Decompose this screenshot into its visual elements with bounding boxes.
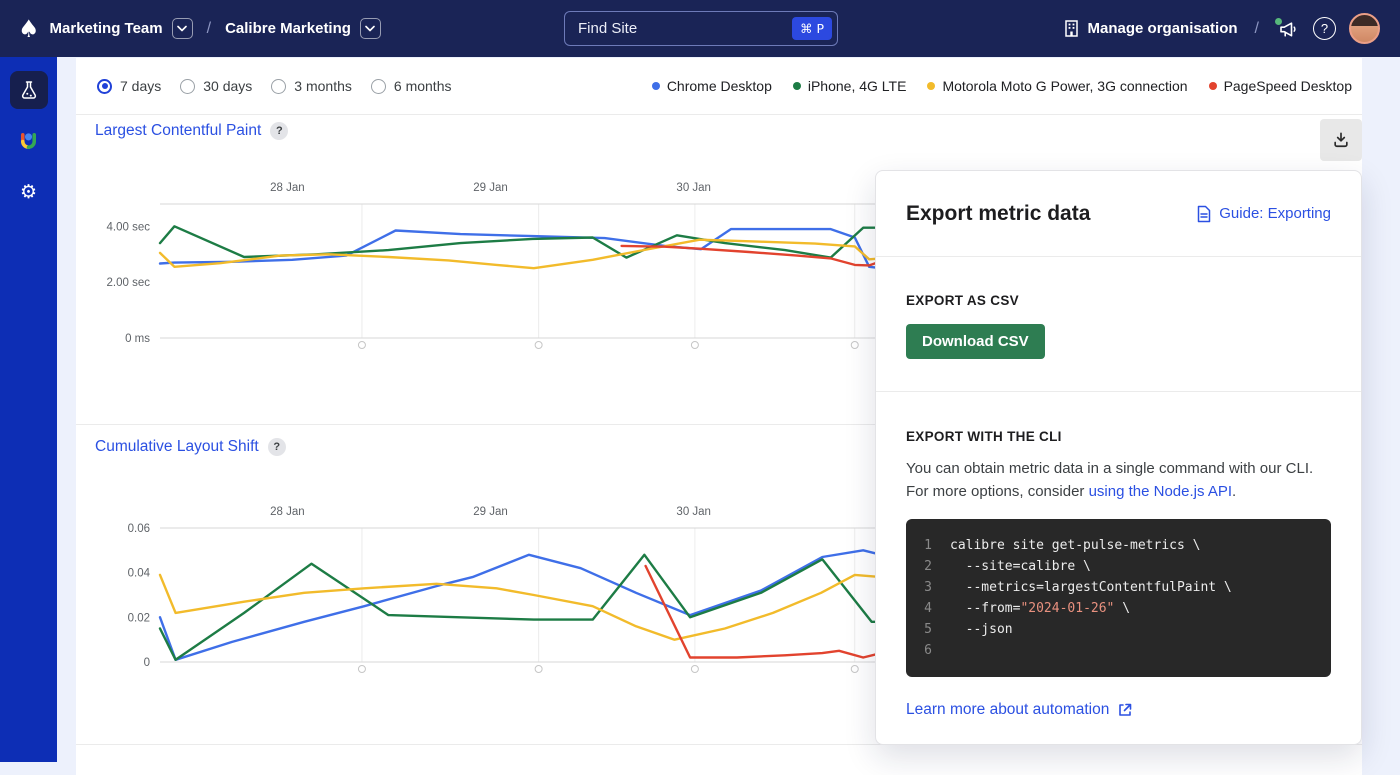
guide-exporting-label: Guide: Exporting — [1219, 205, 1331, 222]
legend-label: PageSpeed Desktop — [1224, 78, 1352, 94]
cli-description: You can obtain metric data in a single c… — [906, 457, 1331, 504]
team-switcher[interactable]: Marketing Team — [50, 18, 193, 39]
time-range-label: 3 months — [294, 78, 352, 94]
settings-gear-icon: ⚙ — [20, 181, 37, 203]
find-site-placeholder: Find Site — [578, 20, 792, 37]
svg-text:2.00 sec: 2.00 sec — [107, 277, 151, 289]
chart-legend: Chrome Desktop iPhone, 4G LTE Motorola Mot… — [652, 78, 1362, 94]
svg-text:0 ms: 0 ms — [125, 333, 150, 345]
calibre-logo-spade-icon[interactable]: ♠ — [18, 17, 40, 41]
export-metric-data-panel: Export metric data Guide: Exporting EXPO… — [875, 170, 1362, 745]
next-card-section — [76, 745, 1362, 775]
guide-exporting-link[interactable]: Guide: Exporting — [1196, 205, 1331, 223]
export-cli-heading: EXPORT WITH THE CLI — [906, 429, 1331, 444]
svg-text:28 Jan: 28 Jan — [270, 182, 305, 194]
keyboard-shortcut-badge: ⌘ P — [792, 17, 832, 40]
legend-item-iphone-4g-lte[interactable]: iPhone, 4G LTE — [793, 78, 907, 94]
sidebar-item-chrome-ux[interactable] — [10, 122, 48, 160]
time-range-30-days[interactable]: 30 days — [180, 78, 252, 94]
nodejs-api-link[interactable]: using the Node.js API — [1089, 483, 1232, 500]
svg-text:0.04: 0.04 — [128, 568, 151, 580]
legend-label: iPhone, 4G LTE — [808, 78, 907, 94]
document-icon — [1196, 205, 1212, 223]
breadcrumb-separator: / — [203, 20, 215, 38]
legend-item-pagespeed-desktop[interactable]: PageSpeed Desktop — [1209, 78, 1352, 94]
legend-dot-icon — [927, 82, 935, 90]
sidebar-item-tests-flask[interactable] — [10, 71, 48, 109]
legend-label: Chrome Desktop — [667, 78, 772, 94]
code-line: 2 --site=calibre \ — [906, 556, 1331, 577]
chevron-down-icon[interactable] — [172, 18, 193, 39]
find-site-input[interactable]: Find Site ⌘ P — [564, 11, 838, 46]
lcp-chart-title[interactable]: Largest Contentful Paint — [95, 122, 261, 140]
code-line: 1calibre site get-pulse-metrics \ — [906, 535, 1331, 556]
learn-more-label: Learn more about automation — [906, 701, 1109, 719]
top-navbar: ♠ Marketing Team / Calibre Marketing Fin… — [0, 0, 1400, 57]
export-csv-section: EXPORT AS CSV Download CSV — [876, 257, 1361, 392]
export-panel-title: Export metric data — [906, 202, 1090, 226]
svg-text:28 Jan: 28 Jan — [270, 506, 305, 518]
cli-code-block: 1calibre site get-pulse-metrics \2 --sit… — [906, 519, 1331, 677]
notification-dot — [1275, 18, 1282, 25]
chevron-down-icon[interactable] — [360, 18, 381, 39]
time-range-label: 7 days — [120, 78, 161, 94]
svg-text:4.00 sec: 4.00 sec — [107, 221, 151, 233]
lcp-help-icon[interactable]: ? — [270, 122, 288, 140]
learn-more-automation-link[interactable]: Learn more about automation — [906, 701, 1331, 719]
legend-item-chrome-desktop[interactable]: Chrome Desktop — [652, 78, 772, 94]
export-panel-header: Export metric data Guide: Exporting — [876, 171, 1361, 257]
radio-icon — [180, 79, 195, 94]
sidebar-item-settings[interactable]: ⚙ — [10, 173, 48, 211]
announcements-megaphone-icon[interactable] — [1276, 17, 1300, 41]
nav-divider: / — [1251, 20, 1263, 38]
time-range-radio-group: 7 days 30 days 3 months 6 months — [97, 78, 470, 94]
time-range-label: 30 days — [203, 78, 252, 94]
download-csv-button[interactable]: Download CSV — [906, 324, 1045, 359]
code-line: 5 --json — [906, 619, 1331, 640]
legend-dot-icon — [1209, 82, 1217, 90]
code-line: 4 --from="2024-01-26" \ — [906, 598, 1331, 619]
manage-organisation-label: Manage organisation — [1088, 20, 1238, 37]
svg-text:30 Jan: 30 Jan — [676, 506, 711, 518]
radio-icon — [97, 79, 112, 94]
time-range-3-months[interactable]: 3 months — [271, 78, 352, 94]
chrome-ux-icon — [16, 129, 41, 154]
export-download-button[interactable] — [1320, 119, 1362, 161]
legend-dot-icon — [793, 82, 801, 90]
help-button[interactable]: ? — [1313, 17, 1336, 40]
time-range-7-days[interactable]: 7 days — [97, 78, 161, 94]
export-csv-heading: EXPORT AS CSV — [906, 293, 1331, 308]
site-name: Calibre Marketing — [225, 20, 351, 37]
svg-text:29 Jan: 29 Jan — [473, 506, 508, 518]
code-line: 3 --metrics=largestContentfulPaint \ — [906, 577, 1331, 598]
code-line: 6 — [906, 640, 1331, 661]
radio-icon — [271, 79, 286, 94]
svg-text:30 Jan: 30 Jan — [676, 182, 711, 194]
lab-flask-icon — [18, 79, 40, 101]
cls-help-icon[interactable]: ? — [268, 438, 286, 456]
svg-text:0: 0 — [144, 657, 150, 669]
download-icon — [1331, 130, 1351, 150]
left-sidebar: ⚙ — [0, 57, 57, 762]
legend-item-motorola-moto-g-power-3g-connection[interactable]: Motorola Moto G Power, 3G connection — [927, 78, 1187, 94]
svg-text:0.02: 0.02 — [128, 612, 150, 624]
external-link-icon — [1117, 702, 1133, 718]
controls-row: 7 days 30 days 3 months 6 months Chrome Des… — [76, 58, 1362, 115]
cli-description-period: . — [1232, 483, 1236, 500]
legend-label: Motorola Moto G Power, 3G connection — [942, 78, 1187, 94]
building-icon — [1063, 19, 1080, 38]
radio-icon — [371, 79, 386, 94]
export-cli-section: EXPORT WITH THE CLI You can obtain metri… — [876, 392, 1361, 719]
time-range-label: 6 months — [394, 78, 452, 94]
user-avatar[interactable] — [1349, 13, 1380, 44]
cls-chart-title[interactable]: Cumulative Layout Shift — [95, 438, 259, 456]
site-switcher[interactable]: Calibre Marketing — [225, 18, 381, 39]
svg-text:29 Jan: 29 Jan — [473, 182, 508, 194]
manage-organisation-button[interactable]: Manage organisation — [1063, 19, 1238, 38]
team-name: Marketing Team — [50, 20, 163, 37]
legend-dot-icon — [652, 82, 660, 90]
time-range-6-months[interactable]: 6 months — [371, 78, 452, 94]
svg-text:0.06: 0.06 — [128, 523, 150, 535]
